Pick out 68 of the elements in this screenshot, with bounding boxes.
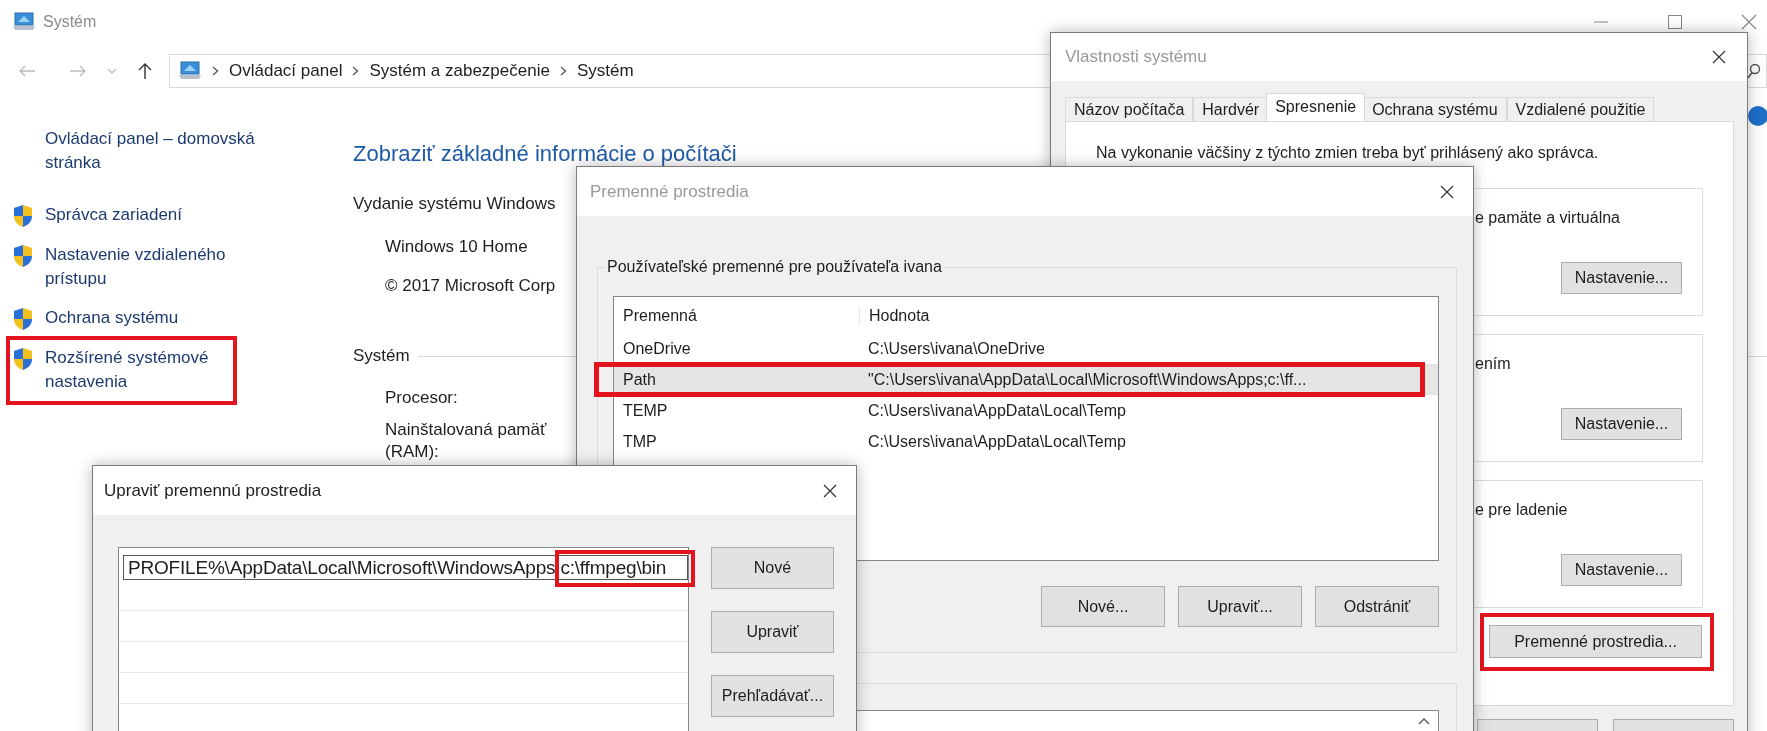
table-cell-text: C:\Users\ivana\AppData\Local\Temp — [867, 401, 1127, 420]
column-header[interactable]: Premenná — [614, 307, 859, 325]
sidebar-link[interactable]: Rozšírené systémové nastavenia — [45, 346, 250, 394]
edition-label: Vydanie systému Windows — [353, 193, 556, 215]
computer-icon — [178, 61, 202, 81]
chevron-icon — [559, 66, 567, 76]
dialog-button[interactable]: Upraviť... — [1178, 586, 1302, 627]
close-icon[interactable] — [823, 483, 837, 498]
tab[interactable]: Ochrana systému — [1363, 97, 1507, 121]
table-cell-text: OneDrive — [622, 339, 692, 358]
dialog-title: Upraviť premennú prostredia — [104, 480, 323, 501]
tab[interactable]: Vzdialené použitie — [1506, 97, 1655, 121]
shield-icon — [12, 347, 34, 371]
edition-text: Windows 10 Home — [385, 236, 528, 258]
dialog-button[interactable]: Nové — [711, 547, 834, 589]
copyright-text: © 2017 Microsoft Corp — [385, 275, 556, 297]
dialog-button[interactable]: Upraviť — [711, 611, 834, 653]
search-icon — [1747, 63, 1761, 79]
tab[interactable]: Názov počítača — [1065, 97, 1194, 121]
sidebar-link[interactable]: Správca zariadení — [45, 203, 250, 227]
group-text: e pamäte a virtuálna — [1475, 208, 1621, 228]
dialog-button[interactable]: Nové... — [1041, 586, 1165, 627]
breadcrumb-item[interactable]: Systém a zabezpečenie — [369, 61, 550, 81]
dialog-button[interactable]: Prehľadávať... — [711, 675, 834, 717]
help-icon[interactable] — [1748, 106, 1767, 126]
close-icon[interactable] — [1712, 50, 1726, 64]
table-cell-text: "C:\Users\ivana\AppData\Local\Microsoft\WindowsApps;c:\ff... — [867, 370, 1308, 389]
notice-text: Na vykonanie väčšiny z týchto zmien treba byť prihlásený ako správca. — [1096, 144, 1600, 162]
field-label: Nainštalovaná pamäť (RAM): — [385, 419, 548, 463]
dialog-title: Premenné prostredia — [590, 181, 750, 202]
breadcrumb-item[interactable]: Systém — [576, 61, 634, 81]
maximize-icon[interactable] — [1668, 15, 1682, 29]
sidebar-link[interactable]: Ochrana systému — [45, 306, 250, 330]
table-cell-text: C:\Users\ivana\OneDrive — [867, 339, 1046, 358]
column-header[interactable]: Hodnota — [859, 307, 1438, 325]
breadcrumb-item[interactable]: Ovládací panel — [229, 61, 343, 81]
shield-icon — [12, 204, 34, 228]
scroll-up-icon[interactable] — [1418, 717, 1430, 725]
table-cell-text: TEMP — [622, 401, 669, 420]
table-row[interactable]: TEMP C:\Users\ivana\AppData\Local\Temp — [614, 395, 1438, 426]
settings-button[interactable]: Nastavenie... — [1561, 408, 1682, 440]
table-row[interactable]: TMP C:\Users\ivana\AppData\Local\Temp — [614, 426, 1438, 457]
chevron-icon — [352, 66, 360, 76]
group-text: ením — [1475, 354, 1512, 374]
shield-icon — [12, 307, 34, 331]
settings-button[interactable]: Nastavenie... — [1561, 554, 1682, 586]
field-label: Procesor: — [385, 387, 459, 409]
shield-icon — [12, 244, 34, 268]
tab[interactable]: Hardvér — [1193, 97, 1269, 121]
chevron-icon — [212, 66, 219, 76]
tab[interactable]: Spresnenie — [1266, 93, 1366, 121]
up-arrow-icon[interactable] — [137, 62, 153, 80]
window-title: Systém — [43, 13, 97, 31]
environment-variables-button[interactable]: Premenné prostredia... — [1489, 625, 1702, 658]
table-cell-text: TMP — [622, 432, 658, 451]
section-title: Systém — [353, 345, 410, 367]
sidebar-link[interactable]: Nastavenie vzdialeného prístupu — [45, 243, 250, 291]
home-link[interactable]: Ovládací panel – domovská stránka — [45, 127, 280, 175]
group-text: e pre ladenie — [1475, 500, 1569, 520]
table-cell-text: Path — [622, 370, 657, 389]
table-row[interactable]: OneDrive C:\Users\ivana\OneDrive — [614, 333, 1438, 364]
close-icon[interactable] — [1440, 184, 1454, 199]
page-heading: Zobraziť základné informácie o počítači — [353, 140, 737, 168]
table-cell-text: C:\Users\ivana\AppData\Local\Temp — [867, 432, 1127, 451]
computer-icon — [12, 12, 36, 32]
group-label: Používateľské premenné pre používateľa ivana — [606, 257, 943, 277]
dialog-button[interactable]: Odstrániť — [1315, 586, 1439, 627]
settings-button[interactable]: Nastavenie... — [1561, 262, 1682, 294]
